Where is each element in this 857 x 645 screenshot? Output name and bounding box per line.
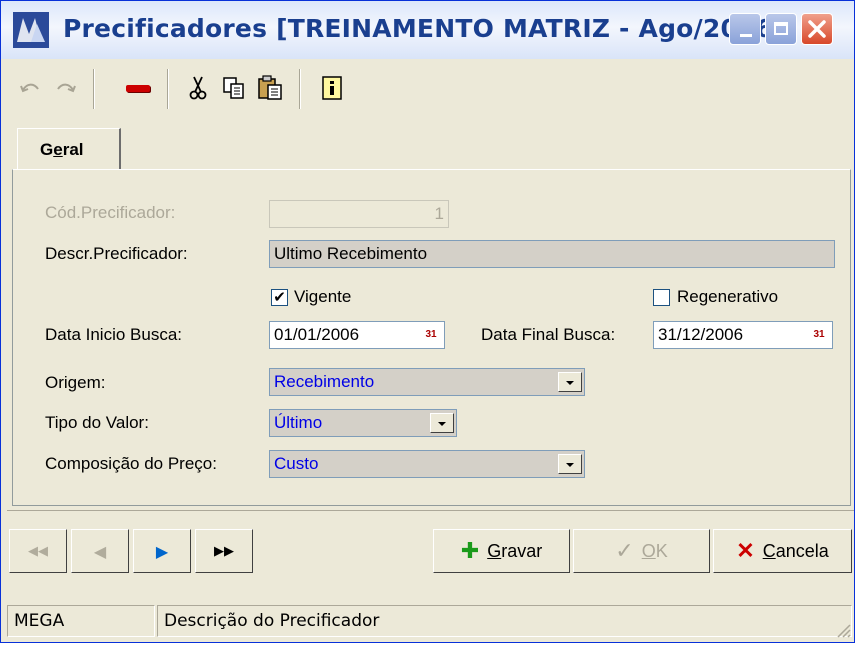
data-inicio-label: Data Inicio Busca: — [45, 325, 183, 344]
status-description: Descrição do Precificador — [157, 605, 852, 637]
composicao-preco-value: Custo — [274, 454, 319, 473]
ok-button[interactable]: ✓ OK — [573, 529, 710, 573]
cod-precificador-label: Cód.Precificador: — [45, 203, 176, 222]
chevron-down-icon[interactable] — [558, 454, 582, 474]
toolbar — [7, 65, 854, 113]
data-inicio-input[interactable]: 01/01/2006 31 — [269, 321, 445, 349]
toolbar-separator — [93, 69, 95, 109]
maximize-button[interactable] — [765, 13, 797, 45]
next-icon: ▶ — [155, 541, 169, 561]
tipo-valor-select[interactable]: Último — [269, 409, 457, 437]
undo-icon — [20, 83, 39, 93]
origem-value: Recebimento — [274, 372, 375, 391]
cancela-icon: ✕ — [736, 538, 755, 563]
paste-button[interactable] — [255, 69, 285, 107]
gravar-label: Gravar — [487, 540, 543, 561]
origem-select[interactable]: Recebimento — [269, 368, 585, 396]
data-final-value: 31/12/2006 — [658, 325, 744, 344]
paste-icon — [258, 75, 282, 100]
undo-button[interactable] — [15, 69, 45, 107]
descr-precificador-label: Descr.Precificador: — [45, 244, 188, 263]
cut-button[interactable] — [183, 69, 213, 107]
navigation-bar: ◀◀ ◀ ▶ ▶▶ ✚ Gravar ✓ OK ✕ Cancela — [7, 510, 854, 591]
vigente-checkbox[interactable]: ✔ — [271, 289, 288, 306]
previous-record-button[interactable]: ◀ — [71, 529, 129, 573]
data-inicio-value: 01/01/2006 — [274, 325, 360, 344]
precificadores-window: Precificadores [TREINAMENTO MATRIZ - Ago… — [0, 0, 855, 643]
minimize-button[interactable] — [729, 13, 761, 45]
composicao-preco-label: Composição do Preço: — [45, 454, 217, 473]
origem-label: Origem: — [45, 373, 106, 392]
info-button[interactable] — [317, 69, 347, 107]
cancela-button[interactable]: ✕ Cancela — [713, 529, 852, 573]
toolbar-separator — [167, 69, 169, 109]
vigente-label: Vigente — [294, 287, 352, 306]
status-bar: MEGA Descrição do Precificador — [7, 601, 854, 641]
tab-geral[interactable]: Geral — [17, 128, 121, 172]
redo-icon — [57, 83, 76, 93]
cancela-label: Cancela — [762, 540, 829, 561]
copy-button[interactable] — [219, 69, 249, 107]
next-record-button[interactable]: ▶ — [133, 529, 191, 573]
previous-icon: ◀ — [93, 541, 107, 561]
first-icon: ◀◀ — [28, 543, 48, 559]
gravar-button[interactable]: ✚ Gravar — [433, 529, 570, 573]
redo-button[interactable] — [51, 69, 81, 107]
delete-icon — [126, 84, 150, 92]
data-final-label: Data Final Busca: — [481, 325, 616, 344]
composicao-preco-select[interactable]: Custo — [269, 450, 585, 478]
cut-icon — [189, 76, 207, 100]
chevron-down-icon[interactable] — [558, 372, 582, 392]
close-icon — [808, 20, 826, 38]
regenerativo-checkbox[interactable] — [653, 289, 670, 306]
status-company: MEGA — [7, 605, 155, 637]
copy-icon — [223, 77, 244, 99]
chevron-down-icon[interactable] — [430, 413, 454, 433]
gravar-icon: ✚ — [460, 538, 480, 563]
minimize-icon — [740, 34, 752, 37]
close-button[interactable] — [801, 13, 833, 45]
window-title: Precificadores [TREINAMENTO MATRIZ - Ago… — [63, 14, 785, 43]
delete-button[interactable] — [121, 69, 155, 107]
mega-logo-icon — [13, 12, 49, 48]
tab-geral-label: Geral — [40, 140, 84, 159]
first-record-button[interactable]: ◀◀ — [9, 529, 67, 573]
title-bar[interactable]: Precificadores [TREINAMENTO MATRIZ - Ago… — [1, 1, 854, 59]
ok-icon: ✓ — [615, 538, 634, 563]
calendar-icon[interactable]: 31 — [421, 325, 441, 345]
toolbar-separator — [299, 69, 301, 109]
tipo-valor-label: Tipo do Valor: — [45, 413, 149, 432]
last-icon: ▶▶ — [214, 543, 234, 559]
regenerativo-label: Regenerativo — [677, 287, 779, 306]
last-record-button[interactable]: ▶▶ — [195, 529, 253, 573]
data-final-input[interactable]: 31/12/2006 31 — [653, 321, 833, 349]
descr-precificador-input[interactable]: Ultimo Recebimento — [269, 240, 835, 268]
calendar-icon[interactable]: 31 — [809, 325, 829, 345]
tipo-valor-value: Último — [274, 413, 323, 432]
resize-grip-icon[interactable] — [834, 621, 852, 639]
maximize-icon — [774, 22, 788, 35]
cod-precificador-field: 1 — [269, 200, 449, 228]
ok-label: OK — [641, 540, 668, 561]
info-icon — [322, 76, 342, 100]
